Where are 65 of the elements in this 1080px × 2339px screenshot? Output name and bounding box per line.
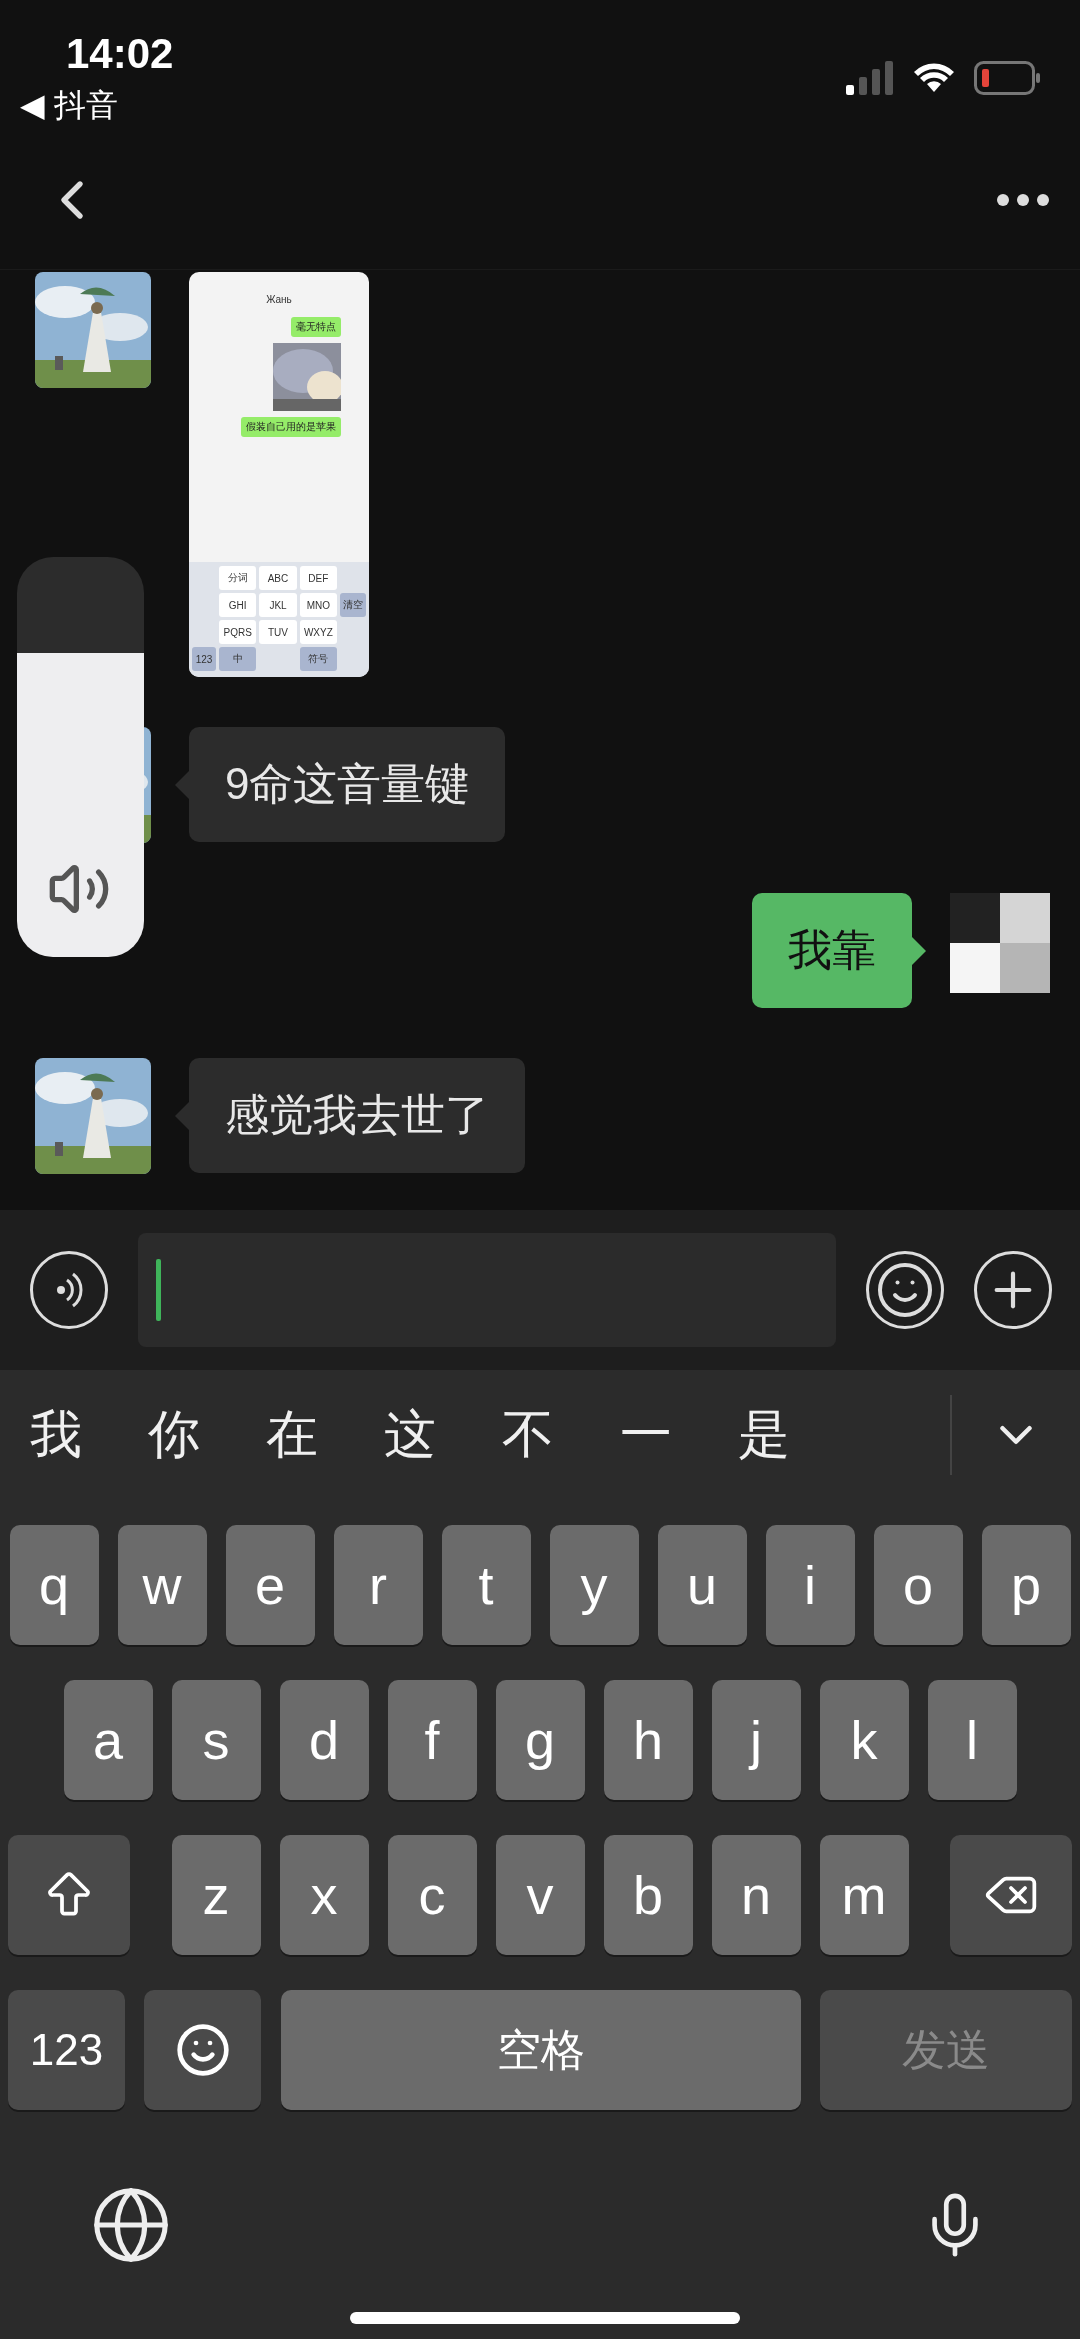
message-bubble: 毫无特点	[291, 317, 341, 337]
keyboard-key[interactable]: z	[171, 1835, 261, 1955]
battery-icon	[974, 61, 1040, 95]
keyboard-key[interactable]: i	[765, 1525, 855, 1645]
clock: 14:02	[66, 30, 174, 78]
shift-icon[interactable]	[8, 1835, 130, 1955]
keyboard-key: PQRS	[219, 620, 257, 644]
keyboard-key[interactable]: f	[387, 1680, 477, 1800]
candidate-word[interactable]: 是	[738, 1400, 790, 1470]
wifi-icon	[912, 62, 956, 94]
keyboard-key[interactable]: d	[279, 1680, 369, 1800]
keyboard-key[interactable]: x	[279, 1835, 369, 1955]
candidate-word[interactable]: 我	[30, 1400, 82, 1470]
keyboard-key[interactable]: t	[441, 1525, 531, 1645]
keyboard-key: TUV	[259, 620, 297, 644]
keyboard-key[interactable]: w	[117, 1525, 207, 1645]
screenshot-thumbnail[interactable]: Жань 毫无特点 假装自己用的是苹果 分词 ABC DEF GHI JKL MNO 清空 PQRS TUV WXYZ 123 中 符号	[189, 272, 369, 677]
keyboard-key[interactable]: g	[495, 1680, 585, 1800]
keyboard-key[interactable]: b	[603, 1835, 693, 1955]
keyboard-key: JKL	[259, 593, 297, 617]
candidate-word[interactable]: 一	[620, 1400, 672, 1470]
keyboard-key[interactable]: p	[981, 1525, 1071, 1645]
keyboard-key[interactable]: r	[333, 1525, 423, 1645]
message-input[interactable]	[138, 1233, 836, 1347]
candidate-word[interactable]: 你	[148, 1400, 200, 1470]
keyboard-key[interactable]: u	[657, 1525, 747, 1645]
keyboard-key: ABC	[259, 566, 297, 590]
keyboard-key[interactable]: e	[225, 1525, 315, 1645]
keyboard-key: 分词	[219, 566, 257, 590]
more-icon[interactable]	[996, 192, 1050, 207]
candidate-word[interactable]: 这	[384, 1400, 436, 1470]
backspace-icon[interactable]	[950, 1835, 1072, 1955]
keyboard-key[interactable]: j	[711, 1680, 801, 1800]
keyboard-key[interactable]: s	[171, 1680, 261, 1800]
keyboard-key[interactable]: m	[819, 1835, 909, 1955]
keyboard-key: DEF	[299, 566, 337, 590]
keyboard-key[interactable]: h	[603, 1680, 693, 1800]
keyboard-key[interactable]: v	[495, 1835, 585, 1955]
message-bubble: 假装自己用的是苹果	[241, 417, 341, 437]
keyboard-key[interactable]: c	[387, 1835, 477, 1955]
plus-icon[interactable]	[974, 1251, 1052, 1329]
emoji-icon[interactable]	[866, 1251, 944, 1329]
numbers-key[interactable]: 123	[8, 1990, 125, 2110]
keyboard-key[interactable]: l	[927, 1680, 1017, 1800]
voice-icon[interactable]	[30, 1251, 108, 1329]
keyboard-key[interactable]: a	[63, 1680, 153, 1800]
keyboard-key: 清空	[340, 593, 366, 617]
candidate-word[interactable]: 在	[266, 1400, 318, 1470]
keyboard-key[interactable]: k	[819, 1680, 909, 1800]
candidate-word[interactable]: 不	[502, 1400, 554, 1470]
signal-icon	[846, 61, 894, 95]
keyboard-key[interactable]: n	[711, 1835, 801, 1955]
keyboard-key: 123	[192, 647, 216, 671]
emoji-key-icon[interactable]	[144, 1990, 262, 2110]
space-key[interactable]: 空格	[280, 1990, 801, 2110]
keyboard-key: MNO	[299, 593, 337, 617]
keyboard-key[interactable]: y	[549, 1525, 639, 1645]
keyboard-key: WXYZ	[299, 620, 337, 644]
keyboard-key: 中	[219, 647, 257, 671]
keyboard-key[interactable]: q	[9, 1525, 99, 1645]
keyboard-key: 符号	[299, 647, 337, 671]
keyboard-key[interactable]: o	[873, 1525, 963, 1645]
back-to-app-link[interactable]: ◀ 抖音	[20, 84, 118, 128]
keyboard-key: GHI	[219, 593, 257, 617]
chat-title: Жань	[265, 294, 293, 305]
